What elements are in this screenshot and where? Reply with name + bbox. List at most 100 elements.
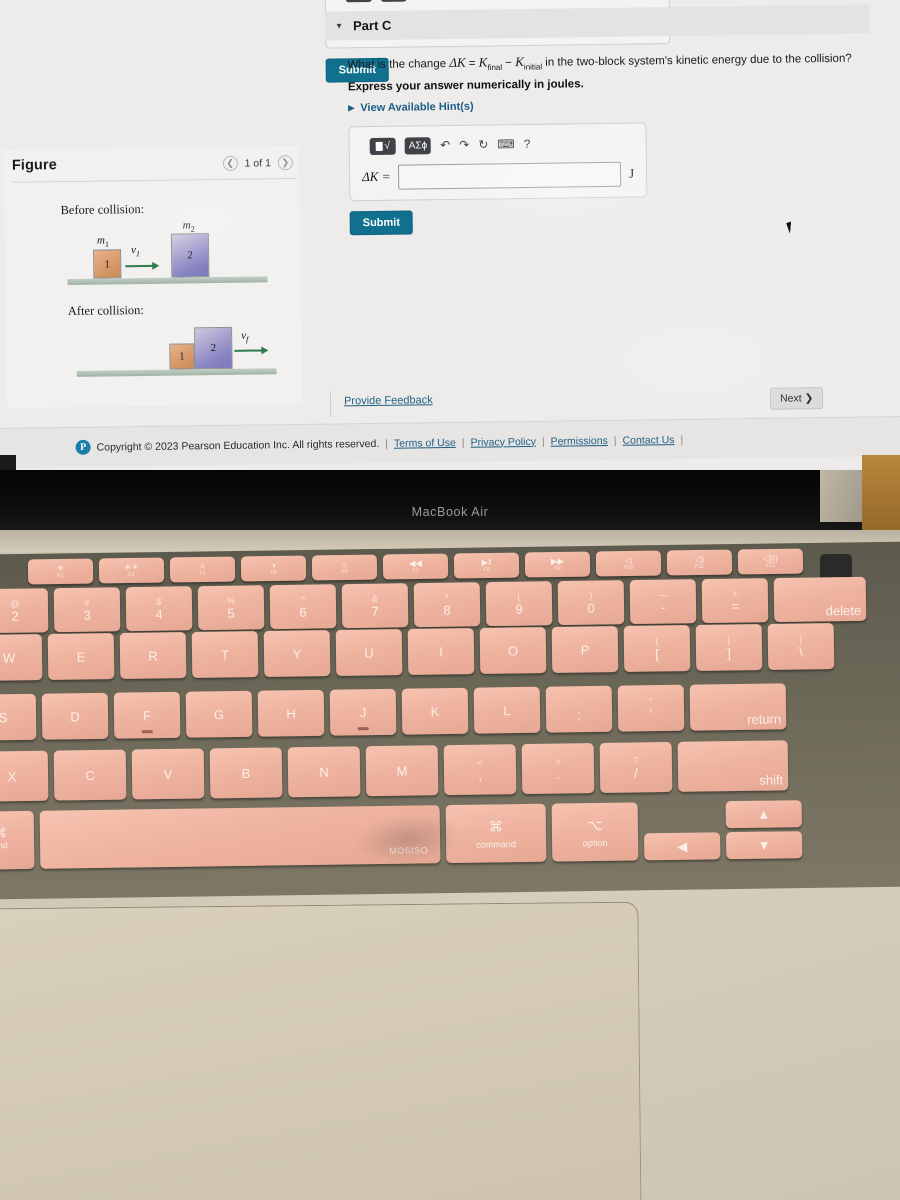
key-W[interactable]: W [0, 634, 43, 681]
key-U[interactable]: U [335, 629, 403, 676]
key-T[interactable]: T [191, 631, 259, 678]
provide-feedback-link[interactable]: Provide Feedback [344, 394, 433, 407]
key-N[interactable]: N [287, 746, 361, 798]
velocity-final-label: vf [241, 329, 249, 344]
key--[interactable]: — - [629, 579, 697, 625]
key-7[interactable]: & 7 [341, 583, 409, 629]
key-P[interactable]: P [551, 626, 619, 673]
key-X[interactable]: X [0, 750, 49, 802]
redo-arrow-icon[interactable]: ↷ [459, 138, 469, 152]
key-f9[interactable]: ▶▶ F9 [524, 551, 591, 578]
key-f7[interactable]: ◀◀ F7 [382, 553, 449, 580]
key-shift-symbol: | [799, 633, 803, 644]
key-5[interactable]: % 5 [197, 585, 265, 631]
key-/[interactable]: ? / [599, 741, 673, 793]
key-return[interactable]: return [689, 683, 787, 731]
key-I[interactable]: I [407, 628, 475, 675]
view-hints-link[interactable]: ▶ View Available Hint(s) [348, 96, 859, 115]
key-Y[interactable]: Y [263, 630, 331, 677]
key-[[interactable]: {[ [623, 625, 691, 672]
key-label: 7 [371, 603, 379, 619]
problem-content-column: ▼ Part C What is the change ΔK = Kfinal … [324, 0, 873, 236]
key-f5[interactable]: ◑ F5 [240, 555, 307, 582]
key-f11[interactable]: ◁) F11 [666, 549, 733, 576]
terms-of-use-link[interactable]: Terms of Use [394, 436, 456, 449]
undo-arrow-icon[interactable]: ↶ [440, 138, 450, 152]
key-R[interactable]: R [119, 632, 187, 679]
figure-next-button[interactable]: ❯ [277, 155, 294, 171]
key-arrow-down[interactable]: ▼ [725, 831, 803, 860]
key-f8[interactable]: ▶‖ F8 [453, 552, 520, 579]
key-label: H [286, 705, 296, 721]
next-button[interactable]: Next ❯ [769, 387, 824, 410]
key-G[interactable]: G [185, 690, 253, 738]
key-;[interactable]: :; [545, 685, 613, 733]
key-=[interactable]: + = [701, 578, 769, 624]
key-arrow-up[interactable]: ▲ [725, 800, 802, 829]
key-S[interactable]: S [0, 693, 37, 741]
key-command-left[interactable]: ⌘ and [0, 810, 35, 870]
key-][interactable]: }] [695, 624, 763, 671]
key-option-right[interactable]: ⌥ option [551, 802, 639, 862]
key-.[interactable]: >. [521, 743, 595, 795]
key-command-right[interactable]: ⌘ command [445, 803, 547, 864]
keyboard-icon[interactable]: ⌨ [497, 138, 515, 152]
key-f12[interactable]: ◁))) F12 [737, 548, 804, 575]
key-V[interactable]: V [131, 748, 205, 800]
key-shift-symbol: ? [633, 754, 639, 765]
caret-down-icon[interactable]: ▼ [335, 21, 343, 30]
modifier-glyph: ⌘ [488, 817, 503, 835]
trackpad[interactable] [0, 901, 642, 1200]
key-delete[interactable]: delete [773, 576, 867, 623]
template-icon[interactable]: √ [369, 137, 396, 156]
key-3[interactable]: #3 [53, 587, 121, 633]
permissions-link[interactable]: Permissions [551, 434, 608, 447]
key-label: D [70, 708, 80, 724]
laptop-screen: √ ΑΣϕ ↶ ↷ ↻ ⌨ ? vf = m/s [0, 0, 900, 500]
key-function-glyph: ⌗ [199, 560, 205, 572]
part-c-body: What is the change ΔK = Kfinal − Kinitia… [325, 33, 873, 236]
key-C[interactable]: C [53, 749, 127, 801]
reset-circular-arrow-icon[interactable]: ↻ [478, 138, 488, 152]
key-shift-symbol: $ [156, 596, 162, 607]
key-L[interactable]: L [473, 686, 541, 734]
part-c-answer-input[interactable] [398, 161, 622, 190]
key-label: . [556, 766, 560, 782]
key-function-number: F9 [554, 565, 561, 572]
key-,[interactable]: <, [443, 744, 517, 796]
key-E[interactable]: E [47, 633, 115, 680]
figure-prev-button[interactable]: ❮ [222, 155, 238, 171]
privacy-policy-link[interactable]: Privacy Policy [470, 435, 536, 448]
key-O[interactable]: O [479, 627, 547, 674]
key-\[interactable]: | \ [767, 623, 835, 670]
separator: | [541, 435, 545, 448]
key-f4[interactable]: ⌗ F4 [169, 556, 236, 583]
key-M[interactable]: M [365, 745, 439, 797]
key-f6[interactable]: ☼ F6 [311, 554, 378, 581]
key-arrow-left[interactable]: ◀ [644, 832, 721, 861]
key-B[interactable]: B [209, 747, 283, 799]
key-6[interactable]: ^ 6 [269, 584, 337, 630]
key-K[interactable]: K [401, 687, 469, 735]
key-0[interactable]: ) 0 [557, 580, 625, 626]
key-f1[interactable]: ☀ F1 [27, 558, 94, 585]
part-c-question: What is the change ΔK = Kfinal − Kinitia… [347, 52, 852, 73]
question-mark-icon[interactable]: ? [524, 137, 531, 151]
key-f10[interactable]: ◁ F10 [595, 550, 662, 577]
key-'[interactable]: " ' [617, 684, 685, 732]
key-2[interactable]: @2 [0, 588, 49, 634]
key-F[interactable]: F [113, 691, 181, 739]
key-label: , [478, 767, 482, 783]
key-8[interactable]: * 8 [413, 582, 481, 628]
key-f2[interactable]: ☀☀ F2 [98, 557, 165, 584]
key-H[interactable]: H [257, 689, 325, 737]
contact-us-link[interactable]: Contact Us [622, 434, 674, 447]
key-shift-right[interactable]: shift [677, 740, 789, 792]
key-9[interactable]: (9 [485, 581, 553, 627]
key-label: B [241, 765, 251, 781]
part-c-submit-button[interactable]: Submit [349, 210, 414, 236]
key-J[interactable]: J [329, 688, 397, 736]
key-D[interactable]: D [41, 692, 109, 740]
greek-symbols-button[interactable]: ΑΣϕ [404, 137, 432, 155]
key-4[interactable]: $4 [125, 586, 193, 632]
